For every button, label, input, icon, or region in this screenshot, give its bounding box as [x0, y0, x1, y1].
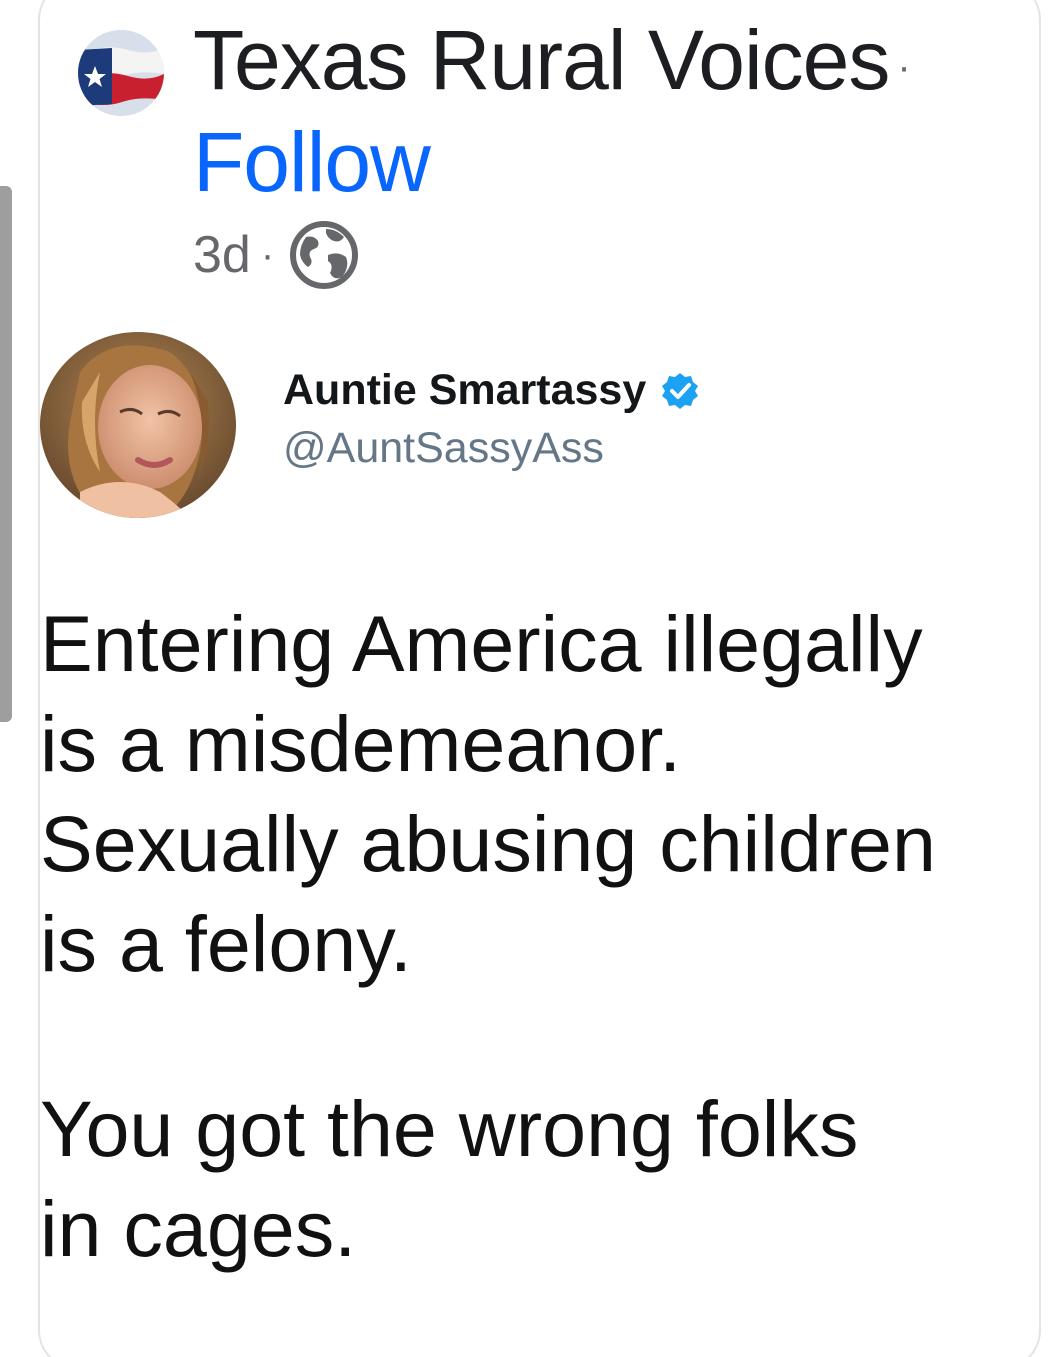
- tweet-line: You got the wrong folks: [40, 1084, 859, 1173]
- tweet-line: is a felony.: [40, 899, 412, 988]
- tweet-author-avatar[interactable]: [40, 332, 236, 518]
- scrollbar[interactable]: [0, 186, 12, 722]
- verified-badge-icon: [662, 372, 699, 409]
- follow-button[interactable]: Follow: [193, 112, 431, 212]
- tweet-author-name[interactable]: Auntie Smartassy: [283, 366, 700, 415]
- page-avatar[interactable]: [78, 30, 164, 116]
- tweet-line: is a misdemeanor.: [40, 699, 682, 788]
- title-separator: ·: [897, 44, 910, 89]
- post-meta: 3d ·: [193, 219, 360, 291]
- globe-icon[interactable]: [288, 219, 360, 291]
- page-name-text[interactable]: Texas Rural Voices: [193, 13, 890, 107]
- author-name-text[interactable]: Auntie Smartassy: [283, 366, 646, 415]
- post-timestamp[interactable]: 3d: [193, 225, 251, 285]
- meta-separator: ·: [260, 232, 275, 277]
- tweet-text: Entering America illegally is a misdemea…: [40, 594, 1050, 1279]
- page-name[interactable]: Texas Rural Voices ·: [193, 10, 911, 117]
- author-photo: [40, 332, 236, 518]
- tweet-line: Sexually abusing children: [40, 799, 936, 888]
- tweet-line: Entering America illegally: [40, 599, 923, 688]
- tweet-author-handle[interactable]: @AuntSassyAss: [283, 424, 604, 473]
- screen: Texas Rural Voices · Follow 3d · Auntie …: [0, 0, 1061, 1357]
- texas-flag-icon: [78, 30, 164, 116]
- tweet-line: in cages.: [40, 1184, 357, 1273]
